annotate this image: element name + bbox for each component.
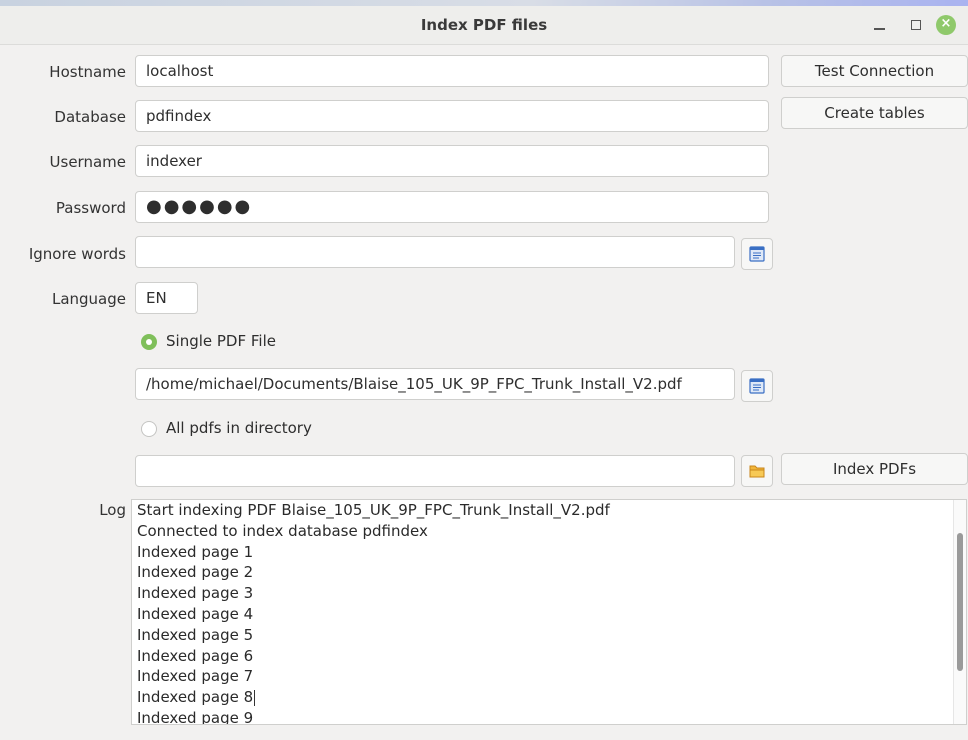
text-cursor — [254, 689, 256, 706]
maximize-icon — [911, 20, 921, 30]
database-value: pdfindex — [146, 107, 212, 125]
username-value: indexer — [146, 152, 202, 170]
language-input[interactable]: EN — [135, 282, 198, 314]
directory-path-input[interactable] — [135, 455, 735, 487]
close-icon: × — [936, 15, 956, 35]
create-tables-button[interactable]: Create tables — [781, 97, 968, 129]
password-label: Password — [55, 199, 126, 217]
log-line: Indexed page 2 — [137, 563, 254, 582]
window-title: Index PDF files — [420, 16, 548, 34]
hostname-input[interactable]: localhost — [135, 55, 769, 87]
single-pdf-path-input[interactable]: /home/michael/Documents/Blaise_105_UK_9P… — [135, 368, 735, 400]
single-pdf-browse-button[interactable] — [741, 370, 773, 402]
hostname-value: localhost — [146, 62, 214, 80]
minimize-icon — [874, 28, 885, 30]
file-open-icon — [749, 246, 765, 262]
all-pdfs-directory-radio[interactable] — [141, 421, 157, 437]
single-pdf-path-value: /home/michael/Documents/Blaise_105_UK_9P… — [146, 375, 682, 393]
single-pdf-radio[interactable] — [141, 334, 157, 350]
all-pdfs-directory-label: All pdfs in directory — [166, 419, 312, 437]
database-label: Database — [54, 108, 126, 126]
password-input[interactable]: ●●●●●● — [135, 191, 769, 223]
folder-icon — [749, 465, 765, 478]
log-line: Start indexing PDF Blaise_105_UK_9P_FPC_… — [137, 501, 610, 519]
directory-browse-button[interactable] — [741, 455, 773, 487]
log-line: Connected to index database pdfindex — [137, 521, 428, 540]
language-label: Language — [51, 290, 126, 308]
file-open-icon — [749, 378, 765, 394]
single-pdf-label: Single PDF File — [166, 332, 276, 350]
log-textarea[interactable]: Start indexing PDF Blaise_105_UK_9P_FPC_… — [131, 499, 967, 725]
username-label: Username — [49, 153, 126, 171]
log-lines: Start indexing PDF Blaise_105_UK_9P_FPC_… — [137, 500, 946, 725]
ignore-words-label: Ignore words — [28, 245, 126, 263]
password-mask: ●●●●●● — [146, 196, 253, 217]
log-line: Indexed page 3 — [137, 584, 254, 603]
index-pdfs-button[interactable]: Index PDFs — [781, 453, 968, 485]
log-line: Indexed page 6 — [137, 646, 254, 665]
log-line: Indexed page 4 — [137, 604, 254, 623]
title-bar: Index PDF files × — [0, 6, 968, 45]
test-connection-button[interactable]: Test Connection — [781, 55, 968, 87]
log-line: Indexed page 1 — [137, 542, 254, 561]
database-input[interactable]: pdfindex — [135, 100, 769, 132]
log-line: Indexed page 8 — [137, 688, 256, 707]
log-line: Indexed page 9 — [137, 708, 254, 725]
maximize-button[interactable] — [905, 15, 927, 35]
log-scrollbar-thumb[interactable] — [957, 533, 963, 671]
ignore-words-browse-button[interactable] — [741, 238, 773, 270]
language-value: EN — [146, 289, 167, 307]
ignore-words-input[interactable] — [135, 236, 735, 268]
log-label: Log — [99, 501, 126, 519]
hostname-label: Hostname — [49, 63, 126, 81]
log-line: Indexed page 5 — [137, 625, 254, 644]
username-input[interactable]: indexer — [135, 145, 769, 177]
close-button[interactable]: × — [934, 15, 956, 35]
log-scrollbar[interactable] — [953, 500, 966, 724]
log-line: Indexed page 7 — [137, 667, 254, 686]
minimize-button[interactable] — [869, 15, 891, 35]
